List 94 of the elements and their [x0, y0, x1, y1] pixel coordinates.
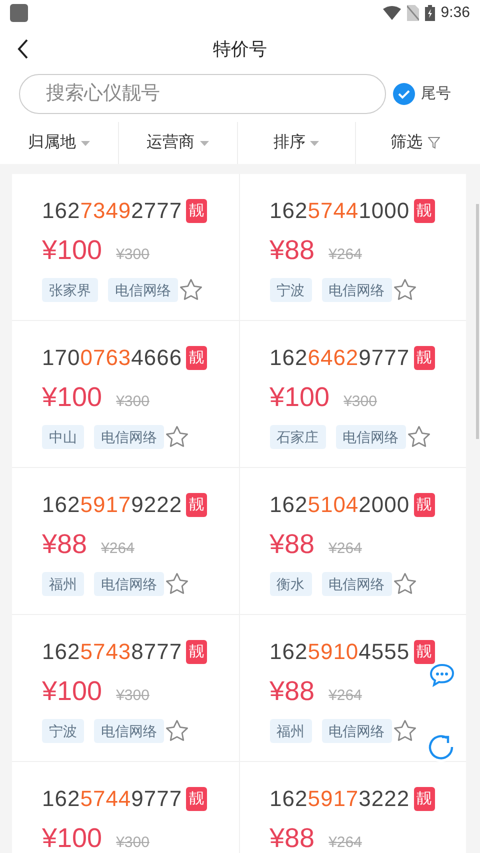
price: ¥100	[42, 822, 102, 853]
premium-badge: 靓	[414, 199, 435, 223]
price: ¥88	[270, 234, 315, 266]
phone-number: 17007634666	[42, 345, 182, 371]
tag: 福州	[270, 718, 312, 742]
tag: 福州	[42, 572, 84, 596]
star-icon[interactable]	[164, 570, 190, 596]
phone-number: 16257449777	[42, 786, 182, 812]
phone-number: 16264629777	[270, 345, 410, 371]
tag: 衡水	[270, 572, 312, 596]
number-card[interactable]: 16257441000 靓 ¥88 ¥264 宁波 电信网络	[240, 174, 466, 321]
tag: 电信网络	[322, 718, 392, 742]
filter-tab[interactable]: 归属地	[28, 131, 90, 155]
price: ¥88	[270, 822, 315, 853]
tag: 宁波	[270, 278, 312, 302]
original-price: ¥264	[328, 833, 362, 853]
price: ¥88	[270, 528, 315, 560]
premium-badge: 靓	[186, 787, 208, 811]
premium-badge: 靓	[186, 346, 208, 370]
filter-tab[interactable]: 筛选	[390, 131, 440, 155]
original-price: ¥264	[328, 686, 362, 706]
tag: 张家界	[42, 278, 98, 302]
page-title: 特价号	[213, 38, 267, 60]
tag: 电信网络	[336, 424, 406, 448]
original-price: ¥300	[116, 392, 150, 412]
tag: 电信网络	[108, 278, 178, 302]
premium-badge: 靓	[414, 346, 435, 370]
star-icon[interactable]	[392, 570, 418, 596]
phone-number: 16259104555	[270, 639, 410, 665]
number-card[interactable]: 16259179222 靓 ¥88 ¥264 福州 电信网络	[12, 468, 238, 615]
wifi-icon	[382, 6, 401, 20]
tag: 电信网络	[94, 718, 164, 742]
price: ¥100	[42, 675, 102, 707]
tag: 石家庄	[270, 424, 326, 448]
phone-number: 16251042000	[270, 492, 410, 518]
search-field[interactable]: 搜索心仪靓号	[19, 74, 386, 114]
price: ¥88	[42, 528, 88, 560]
original-price: ¥300	[344, 392, 377, 412]
star-icon[interactable]	[164, 424, 190, 450]
number-card[interactable]: 17007634666 靓 ¥100 ¥300 中山 电信网络	[12, 321, 238, 468]
notification-icon	[10, 4, 28, 22]
original-price: ¥264	[101, 539, 134, 559]
filter-tab[interactable]: 运营商	[146, 131, 209, 155]
premium-badge: 靓	[186, 493, 208, 517]
dropdown-caret-icon	[200, 140, 209, 146]
number-card[interactable]: 16251042000 靓 ¥88 ¥264 衡水 电信网络	[240, 468, 466, 615]
star-icon[interactable]	[406, 424, 432, 450]
number-card[interactable]: 16257449777 靓 ¥100 ¥300	[12, 762, 238, 853]
star-icon[interactable]	[178, 276, 204, 302]
number-card[interactable]: 16259104555 靓 ¥88 ¥264 福州 电信网络	[240, 615, 466, 762]
star-icon[interactable]	[392, 718, 418, 744]
number-card[interactable]: 16257438777 靓 ¥100 ¥300 宁波 电信网络	[12, 615, 238, 762]
clock: 9:36	[440, 2, 470, 23]
price: ¥88	[270, 675, 315, 707]
premium-badge: 靓	[414, 640, 435, 664]
price: ¥100	[42, 234, 102, 266]
premium-badge: 靓	[186, 640, 208, 664]
dropdown-caret-icon	[310, 140, 320, 146]
checkbox[interactable]	[393, 83, 415, 105]
phone-number: 16259173222	[270, 786, 410, 812]
original-price: ¥300	[116, 245, 150, 265]
dropdown-caret-icon	[80, 140, 90, 146]
original-price: ¥300	[116, 686, 150, 706]
premium-badge: 靓	[414, 787, 435, 811]
chat-bubble-icon	[429, 663, 455, 687]
no-sim-icon	[406, 5, 419, 21]
tag: 电信网络	[322, 572, 392, 596]
tag: 宁波	[42, 718, 84, 742]
price: ¥100	[42, 381, 102, 413]
tag: 电信网络	[94, 572, 164, 596]
star-icon[interactable]	[392, 276, 418, 302]
phone-number: 16257441000	[270, 198, 410, 224]
battery-icon	[424, 5, 435, 21]
phone-number: 16257438777	[42, 639, 182, 665]
tail-number-label: 尾号	[421, 84, 451, 104]
number-card[interactable]: 16264629777 靓 ¥100 ¥300 石家庄 电信网络	[240, 321, 466, 468]
tag: 中山	[42, 424, 84, 448]
number-card[interactable]: 16273492777 靓 ¥100 ¥300 张家界 电信网络	[12, 174, 238, 321]
filter-icon	[428, 137, 440, 149]
tag: 电信网络	[94, 424, 164, 448]
price: ¥100	[270, 381, 330, 413]
phone-number: 16259179222	[42, 492, 182, 518]
back-icon[interactable]	[17, 39, 29, 59]
premium-badge: 靓	[414, 493, 435, 517]
filter-tab[interactable]: 排序	[273, 131, 320, 155]
original-price: ¥264	[328, 539, 362, 559]
original-price: ¥300	[116, 833, 150, 853]
original-price: ¥264	[328, 245, 362, 265]
premium-badge: 靓	[186, 199, 208, 223]
refresh-icon	[427, 733, 455, 761]
star-icon[interactable]	[164, 718, 190, 744]
number-card[interactable]: 16259173222 靓 ¥88 ¥264	[240, 762, 466, 853]
phone-number: 16273492777	[42, 198, 182, 224]
tag: 电信网络	[322, 278, 392, 302]
